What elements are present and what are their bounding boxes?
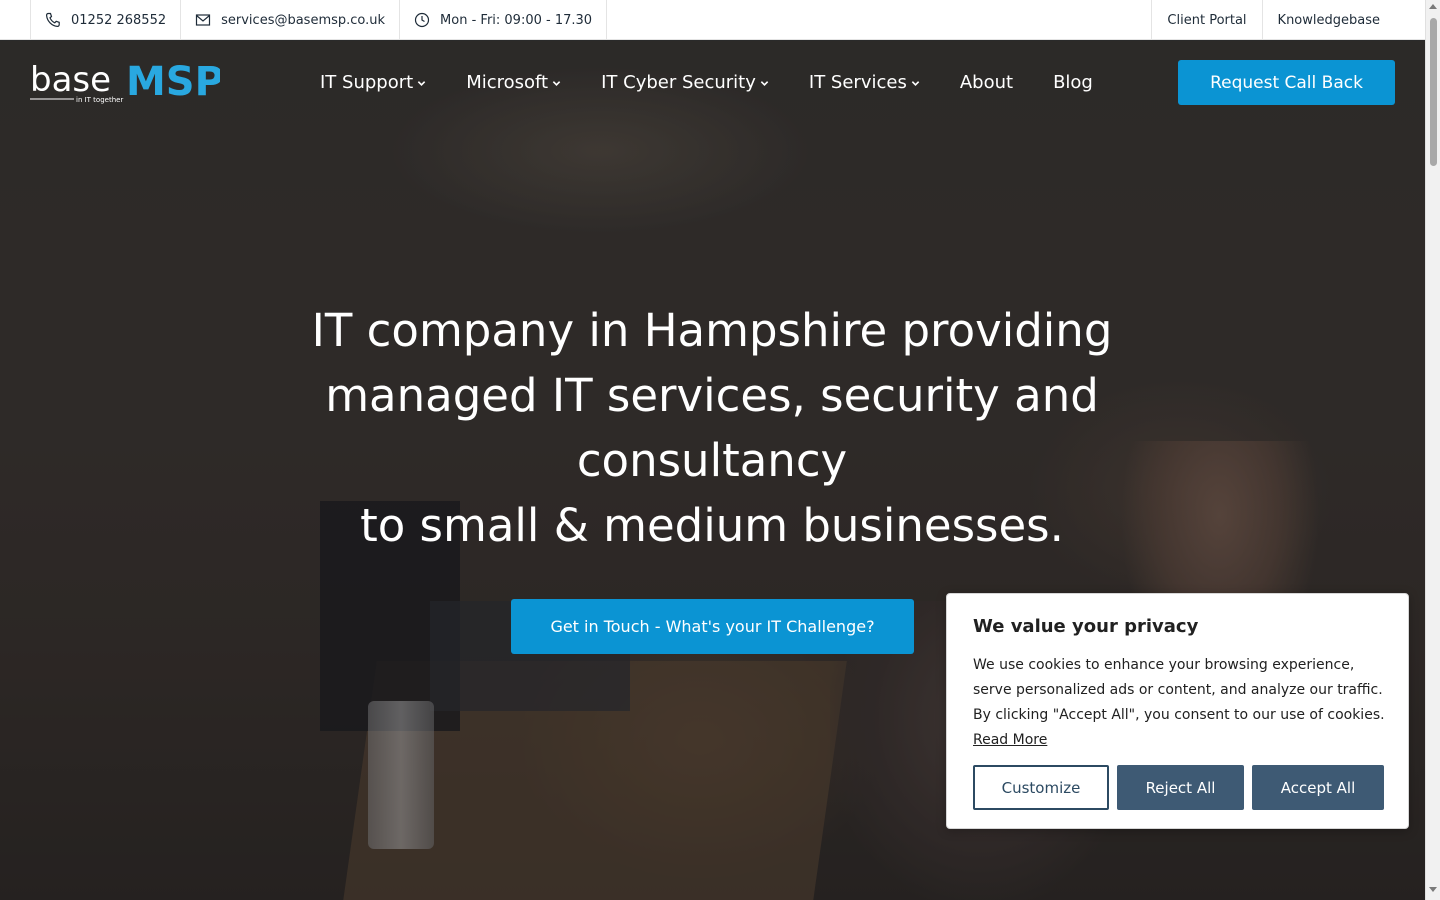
cookie-actions: Customize Reject All Accept All xyxy=(973,765,1384,810)
chevron-down-icon xyxy=(911,81,920,86)
accept-all-button[interactable]: Accept All xyxy=(1252,765,1384,810)
knowledgebase-link[interactable]: Knowledgebase xyxy=(1261,0,1395,40)
site-logo[interactable]: base MSP in IT together xyxy=(30,59,224,105)
logo-text-base: base xyxy=(30,60,111,100)
scrollbar-thumb[interactable] xyxy=(1430,18,1437,166)
logo-tagline: in IT together xyxy=(76,96,123,104)
nav-about[interactable]: About xyxy=(960,72,1013,93)
phone-icon xyxy=(45,12,61,28)
hero-headline: IT company in Hampshire providing manage… xyxy=(262,298,1162,558)
read-more-link[interactable]: Read More xyxy=(973,732,1047,748)
hours-text: Mon - Fri: 09:00 - 17.30 xyxy=(440,12,593,28)
headline-line: IT company in Hampshire providing xyxy=(311,304,1113,357)
scroll-down-arrow-icon[interactable] xyxy=(1429,887,1437,892)
cookie-body-text: We use cookies to enhance your browsing … xyxy=(973,657,1385,723)
chevron-down-icon xyxy=(552,81,561,86)
top-links: Client Portal Knowledgebase xyxy=(1151,0,1395,40)
mail-icon xyxy=(195,12,211,28)
scroll-up-arrow-icon[interactable] xyxy=(1429,4,1437,9)
email-link[interactable]: services@basemsp.co.uk xyxy=(181,0,401,40)
cookie-title: We value your privacy xyxy=(973,616,1199,637)
headline-line: managed IT services, security and xyxy=(325,369,1099,422)
opening-hours: Mon - Fri: 09:00 - 17.30 xyxy=(400,0,608,40)
headline-line: to small & medium businesses. xyxy=(360,499,1064,552)
nav-label: IT Support xyxy=(320,71,414,93)
page-scrollbar[interactable] xyxy=(1425,0,1440,900)
phone-link[interactable]: 01252 268552 xyxy=(31,0,182,40)
logo-text-msp: MSP xyxy=(126,59,220,105)
top-bar: 01252 268552 services@basemsp.co.uk Mon … xyxy=(0,0,1425,40)
nav-label: Blog xyxy=(1053,71,1093,93)
nav-it-services[interactable]: IT Services xyxy=(809,72,920,93)
contact-info: 01252 268552 services@basemsp.co.uk Mon … xyxy=(30,0,608,40)
chevron-down-icon xyxy=(760,81,769,86)
client-portal-link[interactable]: Client Portal xyxy=(1151,0,1261,40)
nav-it-cyber-security[interactable]: IT Cyber Security xyxy=(601,72,769,93)
get-in-touch-button[interactable]: Get in Touch - What's your IT Challenge? xyxy=(511,599,914,654)
phone-number: 01252 268552 xyxy=(71,12,167,28)
main-navbar: base MSP in IT together IT Support Micro… xyxy=(0,41,1425,123)
clock-icon xyxy=(414,12,430,28)
nav-label: IT Cyber Security xyxy=(601,71,756,93)
nav-microsoft[interactable]: Microsoft xyxy=(466,72,561,93)
main-menu: IT Support Microsoft IT Cyber Security I… xyxy=(320,41,1133,123)
nav-label: About xyxy=(959,71,1014,93)
headline-line: consultancy xyxy=(576,434,848,487)
reject-all-button[interactable]: Reject All xyxy=(1117,765,1244,810)
cookie-body: We use cookies to enhance your browsing … xyxy=(973,653,1393,753)
email-address: services@basemsp.co.uk xyxy=(221,12,386,28)
cookie-consent-banner: We value your privacy We use cookies to … xyxy=(946,593,1409,829)
nav-label: IT Services xyxy=(808,71,907,93)
request-call-back-button[interactable]: Request Call Back xyxy=(1178,60,1395,105)
nav-blog[interactable]: Blog xyxy=(1053,72,1093,93)
customize-button[interactable]: Customize xyxy=(973,765,1109,810)
nav-label: Microsoft xyxy=(466,71,549,93)
nav-it-support[interactable]: IT Support xyxy=(320,72,426,93)
chevron-down-icon xyxy=(417,81,426,86)
